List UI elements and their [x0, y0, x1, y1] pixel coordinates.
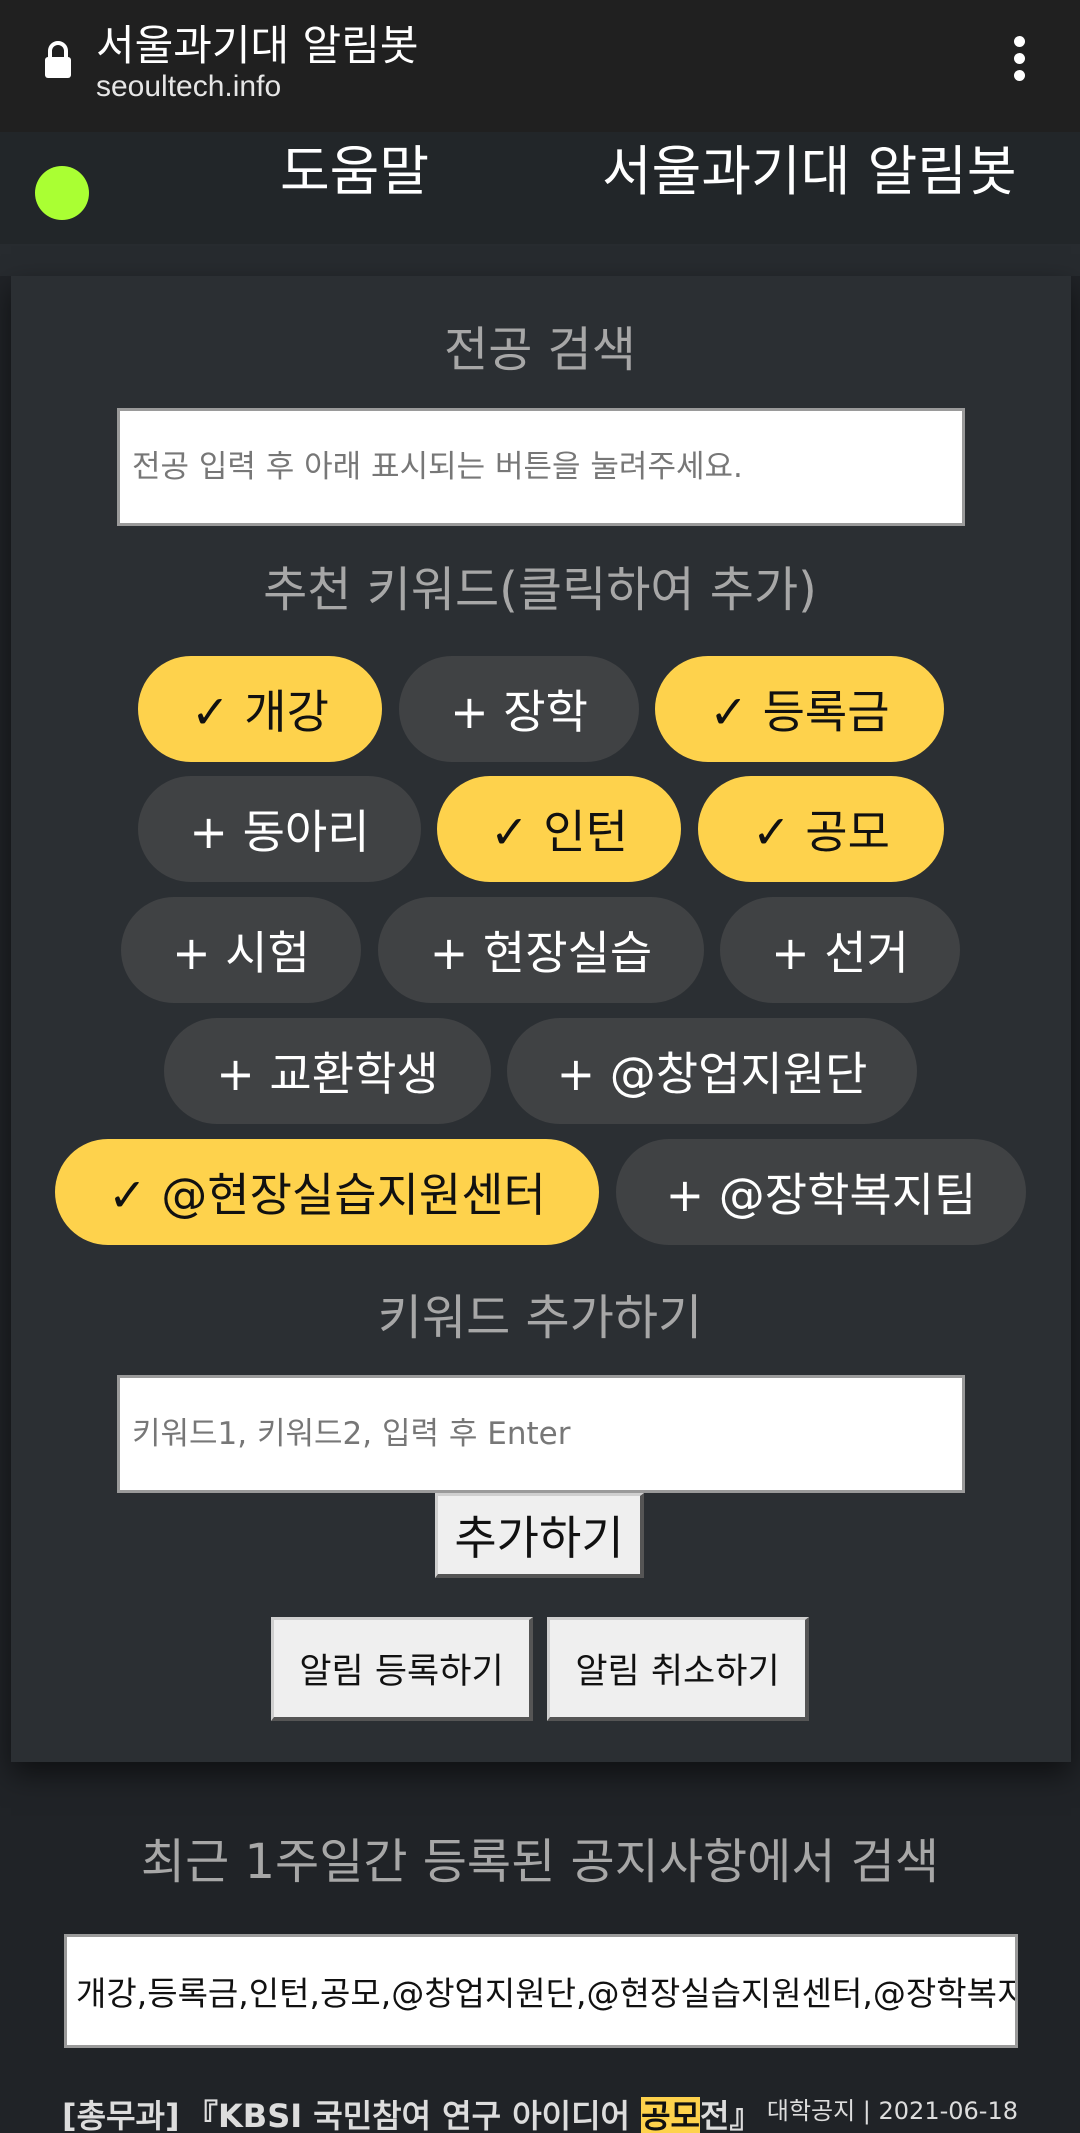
lock-icon [45, 41, 71, 78]
cancel-alert-button[interactable]: 알림 취소하기 [547, 1617, 809, 1721]
status-dot [35, 166, 89, 220]
notice-title-highlight: 공모 [641, 2097, 700, 2133]
recent-search-input[interactable]: 개강,등록금,인턴,공모,@창업지원단,@현장실습지원센터,@장학복지팀 [64, 1934, 1018, 2048]
keyword-chip-fieldwork[interactable]: + 현장실습 [378, 897, 704, 1003]
notice-title-text: 『KBSI 국민참여 연구 아이디어 [186, 2097, 642, 2133]
keyword-chip-election[interactable]: + 선거 [720, 897, 960, 1003]
browser-toolbar: 서울과기대 알림봇 seoultech.info [0, 0, 1080, 132]
notice-dept: [총무과] [62, 2097, 180, 2133]
header-divider [0, 244, 1080, 276]
keyword-chip-scholarship-team[interactable]: + @장학복지팀 [616, 1139, 1026, 1245]
keyword-chip-gaegang[interactable]: ✓ 개강 [138, 656, 382, 762]
notice-title-tail: 전』 [700, 2097, 762, 2133]
major-search-input[interactable] [117, 408, 965, 526]
app-header: 도움말 서울과기대 알림봇 [0, 132, 1080, 244]
help-link[interactable]: 도움말 [280, 136, 429, 208]
keyword-chip-exam[interactable]: + 시험 [121, 897, 361, 1003]
more-menu-icon[interactable] [1006, 36, 1032, 84]
add-keyword-button[interactable]: 추가하기 [435, 1493, 644, 1578]
browser-url[interactable]: seoultech.info [96, 70, 281, 104]
brand-title[interactable]: 서울과기대 알림봇 [602, 136, 1017, 208]
notice-meta: 대학공지 | 2021-06-18 [766, 2097, 1018, 2125]
keyword-chip-contest[interactable]: ✓ 공모 [698, 776, 944, 882]
keyword-chip-club[interactable]: + 동아리 [138, 776, 421, 882]
keyword-chip-janghak[interactable]: + 장학 [399, 656, 639, 762]
add-keyword-heading: 키워드 추가하기 [377, 1290, 703, 1346]
recent-search-heading: 최근 1주일간 등록된 공지사항에서 검색 [140, 1834, 940, 1890]
keyword-input[interactable] [117, 1375, 965, 1493]
notice-row[interactable]: [총무과] 『KBSI 국민참여 연구 아이디어 공모전』 대학공지 | 202… [62, 2083, 1022, 2133]
keyword-chip-startup-center[interactable]: + @창업지원단 [507, 1018, 917, 1124]
notice-title[interactable]: 『KBSI 국민참여 연구 아이디어 공모전』 [186, 2091, 761, 2133]
browser-page-title: 서울과기대 알림봇 [96, 21, 419, 70]
keyword-chip-intern[interactable]: ✓ 인턴 [437, 776, 681, 882]
keyword-chip-fieldwork-center[interactable]: ✓ @현장실습지원센터 [55, 1139, 599, 1245]
recommended-keywords-heading: 추천 키워드(클릭하여 추가) [263, 562, 817, 618]
register-alert-button[interactable]: 알림 등록하기 [271, 1617, 533, 1721]
keyword-chip-exchange[interactable]: + 교환학생 [164, 1018, 491, 1124]
keyword-chip-tuition[interactable]: ✓ 등록금 [655, 656, 944, 762]
major-search-heading: 전공 검색 [444, 322, 636, 378]
